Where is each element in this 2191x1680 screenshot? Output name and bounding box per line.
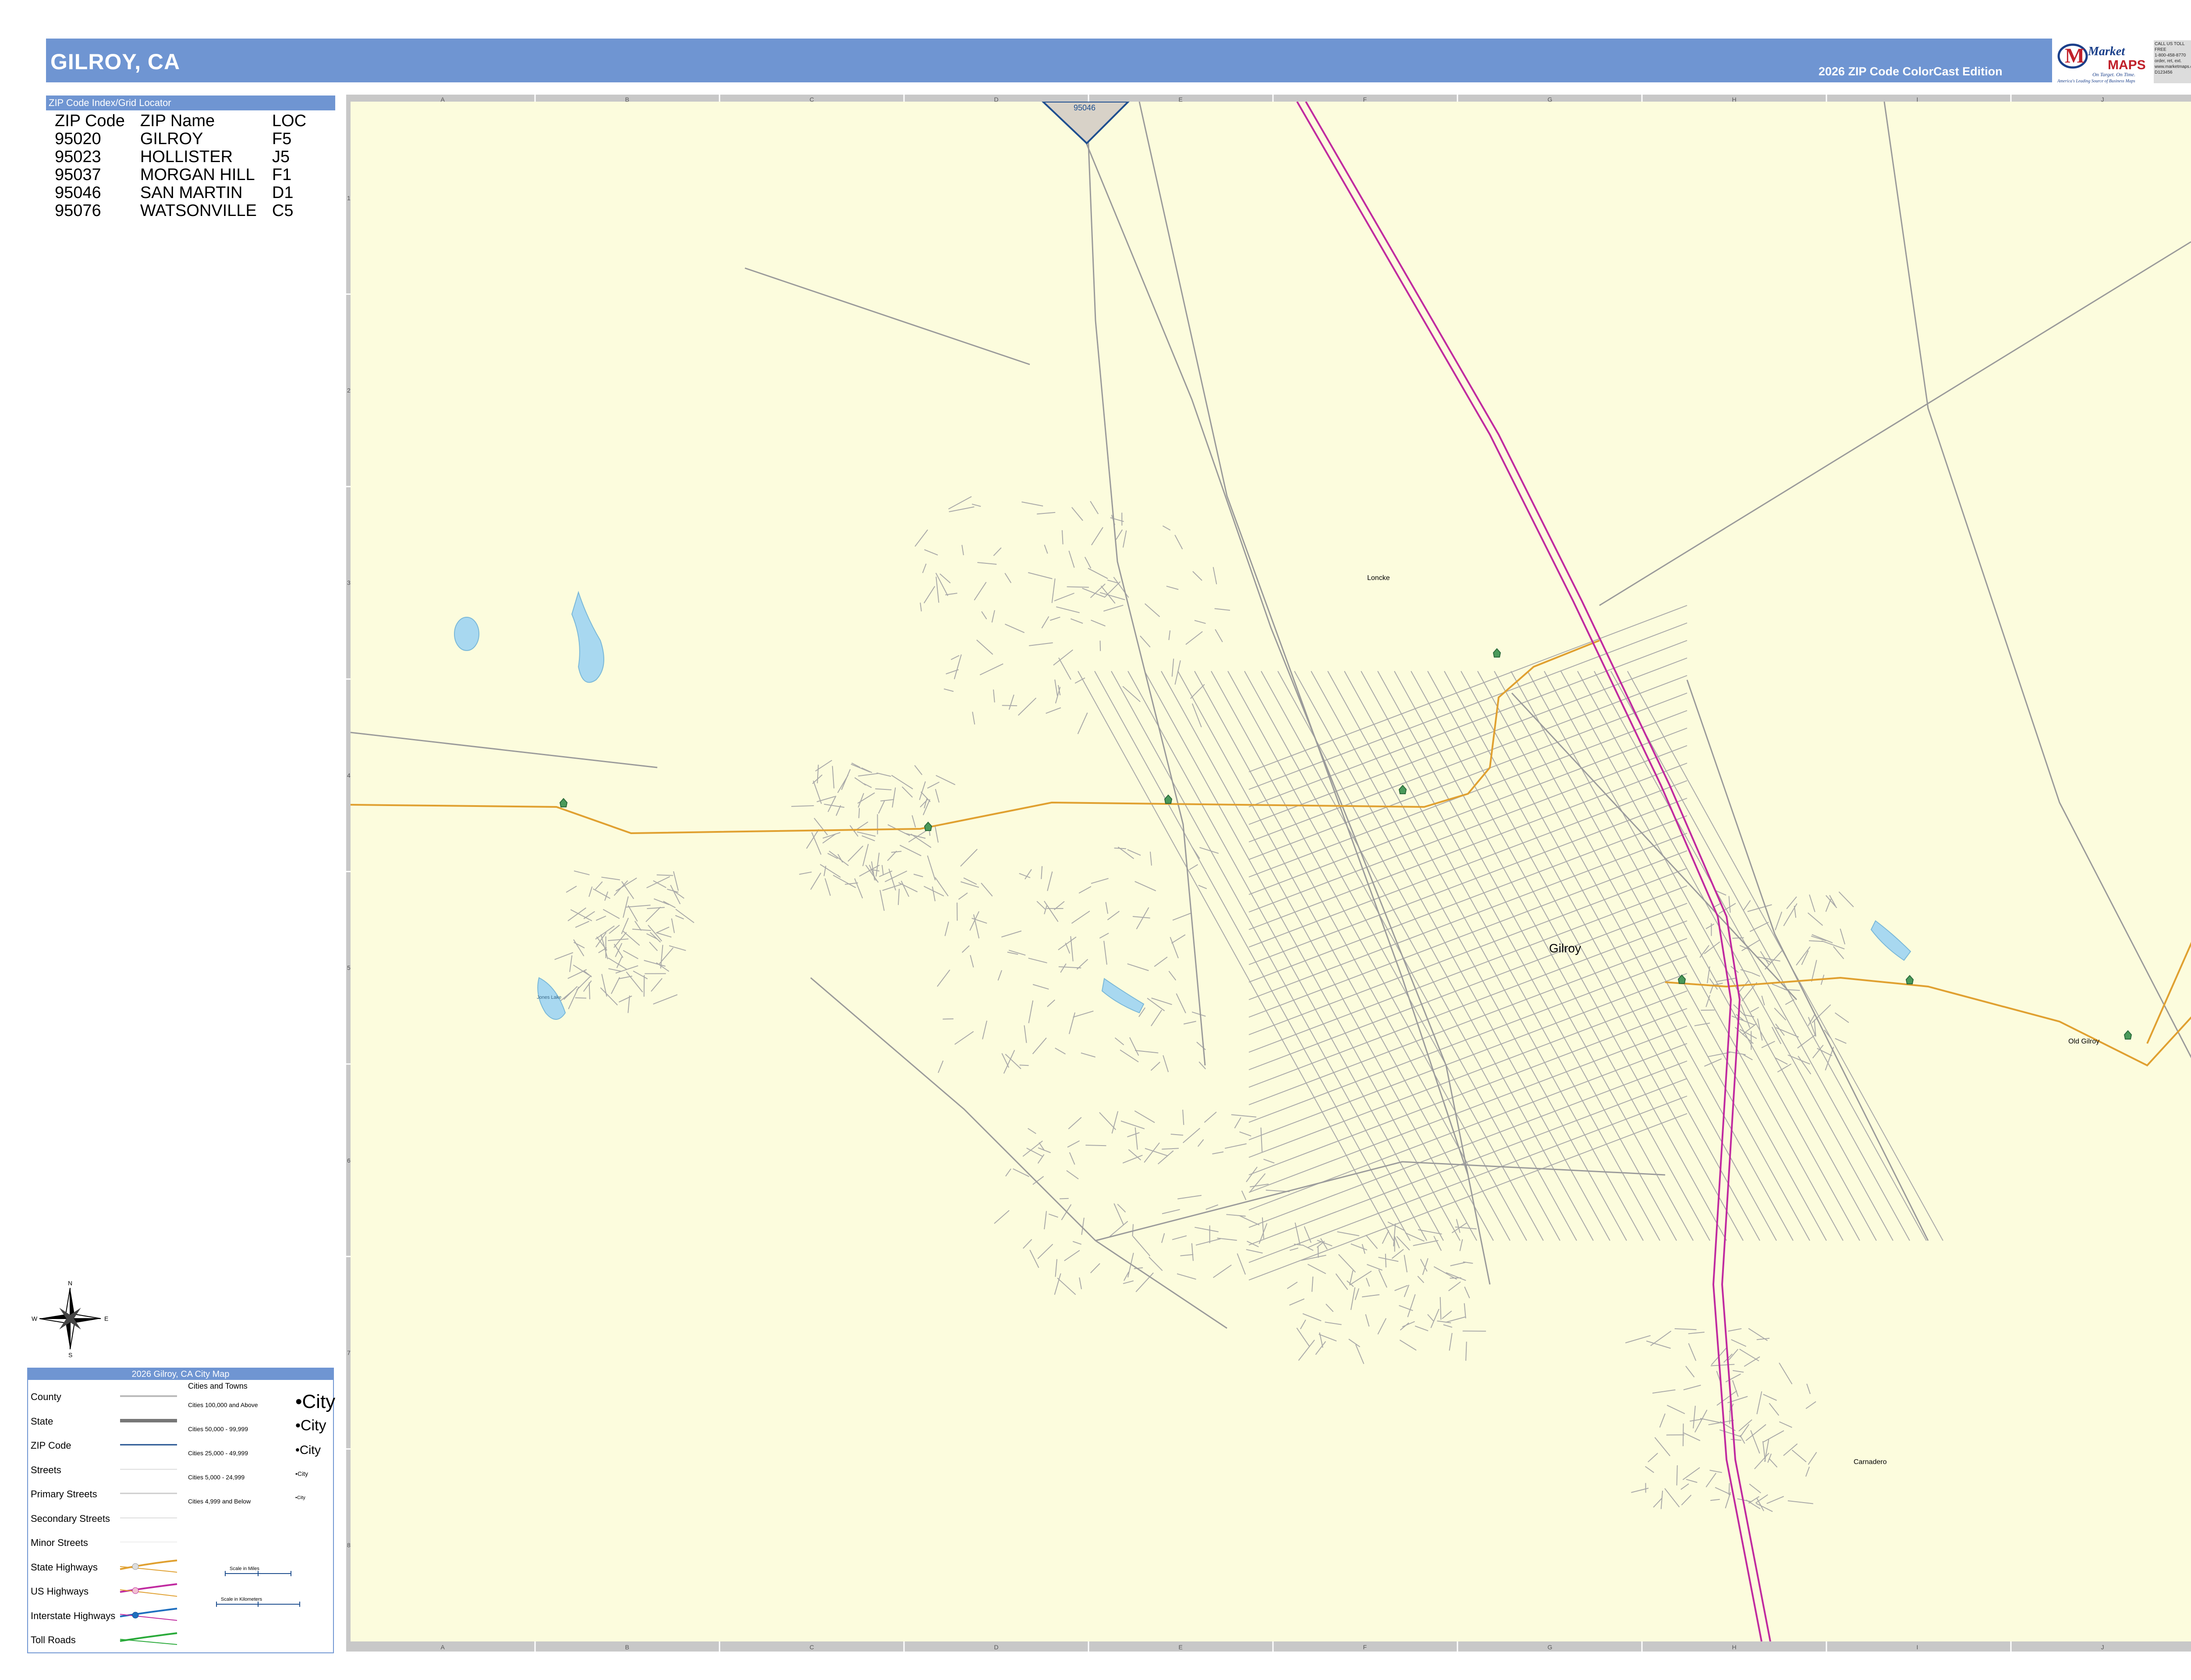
compass-rose-icon: N S E W bbox=[31, 1279, 110, 1358]
svg-text:Scale in Kilometers: Scale in Kilometers bbox=[221, 1597, 262, 1602]
svg-text:Scale in Miles: Scale in Miles bbox=[230, 1566, 259, 1571]
svg-text:W: W bbox=[32, 1315, 38, 1322]
legend-samples: Scale in Miles Scale in Kilometers bbox=[28, 1369, 335, 1654]
svg-text:S: S bbox=[68, 1351, 72, 1358]
svg-text:N: N bbox=[68, 1280, 72, 1287]
map-legend: 2026 Gilroy, CA City Map Cities and Town… bbox=[27, 1368, 334, 1653]
svg-text:E: E bbox=[104, 1315, 108, 1322]
